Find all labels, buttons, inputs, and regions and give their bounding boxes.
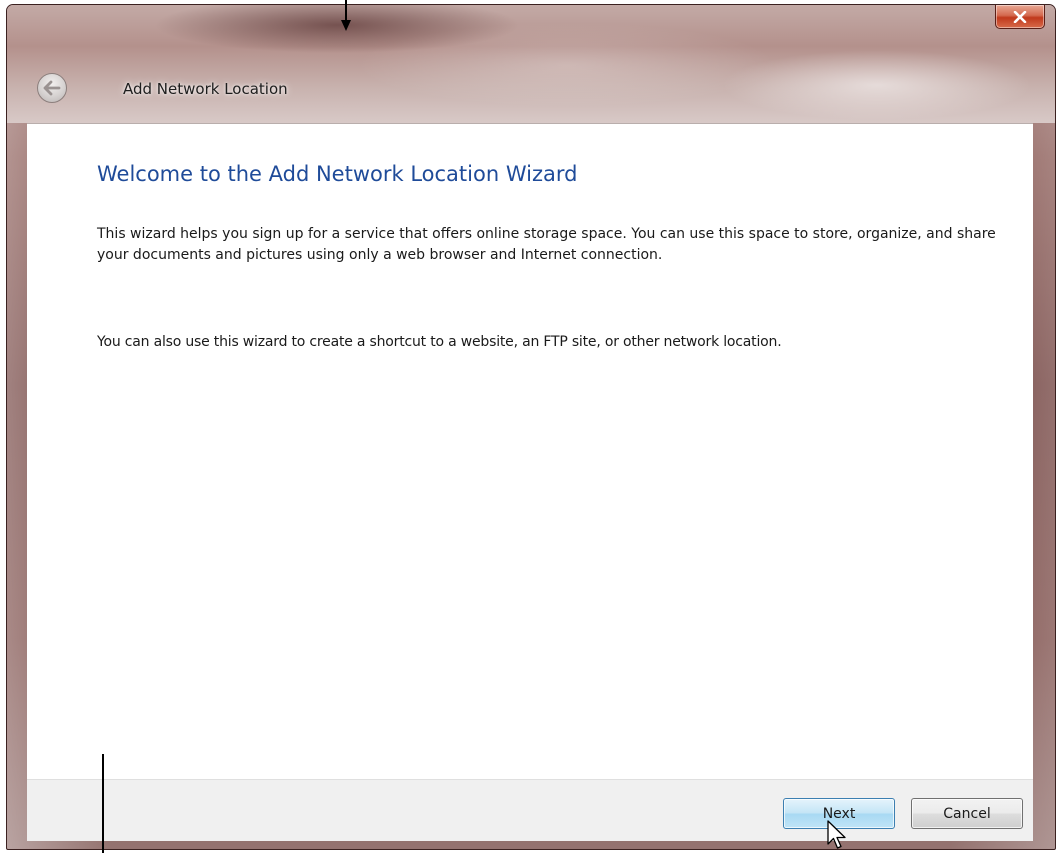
close-button[interactable]: [995, 5, 1045, 29]
wizard-content: Welcome to the Add Network Location Wiza…: [27, 123, 1033, 779]
page-title: Welcome to the Add Network Location Wiza…: [97, 162, 578, 186]
back-button[interactable]: [37, 73, 67, 103]
description-paragraph: This wizard helps you sign up for a serv…: [97, 226, 996, 263]
back-arrow-icon: [43, 80, 61, 96]
annotation-line: [102, 754, 104, 853]
close-x-icon: [1013, 10, 1027, 23]
shortcut-paragraph: You can also use this wizard to create a…: [97, 334, 782, 350]
next-button[interactable]: Next: [783, 798, 895, 829]
cancel-button[interactable]: Cancel: [911, 798, 1023, 829]
wizard-window: Add Network Location Welcome to the Add …: [6, 4, 1056, 850]
annotation-arrow-down-icon: [341, 0, 351, 31]
button-bar: Next Cancel: [27, 779, 1033, 841]
window-title: Add Network Location: [123, 80, 288, 98]
title-bar[interactable]: Add Network Location: [7, 5, 1055, 123]
